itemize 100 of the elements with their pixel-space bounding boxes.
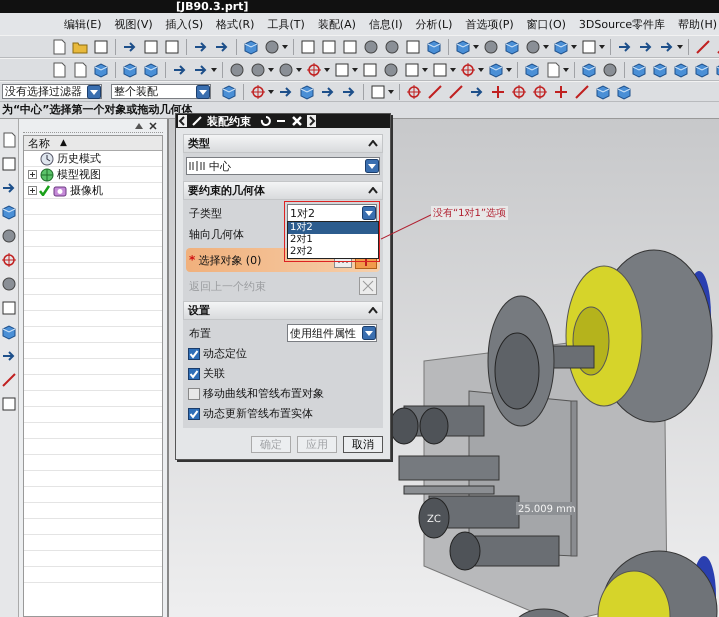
menu-item[interactable]: 工具(T) — [267, 16, 305, 32]
square-icon[interactable] — [369, 82, 387, 100]
cube-icon[interactable] — [298, 82, 316, 100]
circle-icon[interactable] — [382, 60, 400, 78]
dropdown-option[interactable]: 2对2 — [288, 246, 378, 258]
circle-icon[interactable] — [0, 275, 18, 293]
cube-icon[interactable] — [0, 323, 18, 341]
target-icon[interactable] — [305, 60, 323, 78]
cube-icon[interactable] — [220, 82, 238, 100]
menu-item[interactable]: 插入(S) — [166, 16, 204, 32]
caret-icon[interactable] — [450, 68, 456, 72]
square-icon[interactable] — [0, 155, 18, 173]
section-header[interactable]: 类型 — [183, 134, 383, 153]
cube-icon[interactable] — [503, 38, 521, 56]
expand-icon[interactable] — [28, 170, 37, 179]
caret-icon[interactable] — [473, 44, 479, 48]
square-icon[interactable] — [431, 60, 449, 78]
layout-dropdown[interactable]: 使用组件属性 — [287, 324, 377, 342]
caret-icon[interactable] — [478, 68, 484, 72]
checkbox[interactable] — [188, 348, 200, 360]
sort-arrow[interactable]: ▲ — [60, 138, 67, 148]
circle-icon[interactable] — [482, 38, 500, 56]
cube-icon[interactable] — [630, 60, 648, 78]
caret-icon[interactable] — [563, 68, 569, 72]
cube-icon[interactable] — [672, 60, 690, 78]
caret-icon[interactable] — [211, 68, 217, 72]
square-icon[interactable] — [0, 299, 18, 317]
cube-icon[interactable] — [92, 60, 110, 78]
square-icon[interactable] — [142, 38, 160, 56]
pin-icon[interactable] — [135, 122, 143, 128]
close-icon[interactable] — [149, 122, 157, 130]
expand-icon[interactable] — [28, 186, 37, 195]
target-icon[interactable] — [459, 60, 477, 78]
cube-icon[interactable] — [121, 60, 139, 78]
square-icon[interactable] — [333, 60, 351, 78]
target-icon[interactable] — [405, 82, 423, 100]
column-header[interactable]: 名称 — [28, 136, 50, 150]
tree-item[interactable]: 模型视图 — [57, 167, 101, 182]
cube-icon[interactable] — [552, 38, 570, 56]
target-icon[interactable] — [510, 82, 528, 100]
circle-icon[interactable] — [277, 60, 295, 78]
cube-icon[interactable] — [0, 203, 18, 221]
type-dropdown[interactable]: 中心 — [186, 157, 380, 175]
caret-icon[interactable] — [352, 68, 358, 72]
cube-icon[interactable] — [651, 60, 669, 78]
checkbox[interactable] — [188, 408, 200, 420]
line-icon[interactable] — [447, 82, 465, 100]
caret-icon[interactable] — [268, 90, 274, 94]
caret-icon[interactable] — [677, 44, 683, 48]
caret-icon[interactable] — [422, 68, 428, 72]
circle-icon[interactable] — [263, 38, 281, 56]
chevron-right-icon[interactable] — [307, 115, 316, 127]
line-icon[interactable] — [694, 38, 712, 56]
menu-item[interactable]: 3DSource零件库 — [578, 16, 666, 32]
caret-icon[interactable] — [282, 44, 288, 48]
caret-icon[interactable] — [506, 68, 512, 72]
menu-item[interactable]: 信息(I) — [368, 16, 403, 32]
square-icon[interactable] — [404, 38, 422, 56]
circle-icon[interactable] — [601, 60, 619, 78]
caret-icon[interactable] — [599, 44, 605, 48]
square-icon[interactable] — [163, 38, 181, 56]
cube-icon[interactable] — [425, 38, 443, 56]
dropdown-option[interactable]: 1对2 — [288, 222, 378, 234]
menu-item[interactable]: 装配(A) — [318, 16, 356, 32]
target-icon[interactable] — [249, 82, 267, 100]
cube-icon[interactable] — [615, 82, 633, 100]
cube-icon[interactable] — [487, 60, 505, 78]
menu-item[interactable]: 分析(L) — [416, 16, 452, 32]
collapse-icon[interactable] — [368, 307, 378, 314]
circle-icon[interactable] — [249, 60, 267, 78]
menu-item[interactable]: 格式(R) — [216, 16, 254, 32]
circle-icon[interactable] — [228, 60, 246, 78]
square-icon[interactable] — [341, 38, 359, 56]
circle-icon[interactable] — [383, 38, 401, 56]
target-icon[interactable] — [531, 82, 549, 100]
filter-dropdown[interactable]: 没有选择过滤器 — [2, 84, 102, 99]
section-header[interactable]: 设置 — [183, 301, 383, 320]
square-icon[interactable] — [580, 38, 598, 56]
target-icon[interactable] — [0, 251, 18, 269]
cube-icon[interactable] — [142, 60, 160, 78]
menu-item[interactable]: 视图(V) — [114, 16, 153, 32]
collapse-icon[interactable] — [368, 187, 378, 194]
check-icon[interactable] — [39, 185, 50, 196]
square-icon[interactable] — [0, 395, 18, 413]
scope-dropdown[interactable]: 整个装配 — [111, 84, 211, 99]
checkbox[interactable] — [188, 388, 200, 400]
circle-icon[interactable] — [0, 227, 18, 245]
caret-icon[interactable] — [388, 90, 394, 94]
circle-icon[interactable] — [362, 38, 380, 56]
cube-icon[interactable] — [523, 60, 541, 78]
square-icon[interactable] — [403, 60, 421, 78]
reset-icon[interactable] — [259, 115, 271, 127]
tree-item[interactable]: 历史模式 — [57, 151, 101, 166]
line-icon[interactable] — [426, 82, 444, 100]
circle-icon[interactable] — [524, 38, 542, 56]
square-icon[interactable] — [299, 38, 317, 56]
section-header[interactable]: 要约束的几何体 — [183, 181, 383, 200]
chevron-left-icon[interactable] — [178, 115, 187, 127]
menu-item[interactable]: 窗口(O) — [526, 16, 566, 32]
line-icon[interactable] — [573, 82, 591, 100]
